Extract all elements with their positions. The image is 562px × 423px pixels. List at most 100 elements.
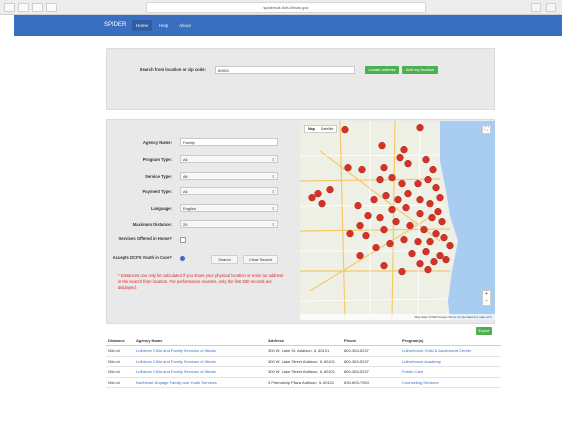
location-input[interactable]: 60601 [215, 66, 355, 74]
map-pin-icon[interactable] [356, 252, 364, 260]
map-pin-icon[interactable] [436, 252, 444, 260]
brand-logo[interactable]: SPIDER [104, 15, 126, 36]
map-pin-icon[interactable] [378, 142, 386, 150]
map-pin-icon[interactable] [426, 238, 434, 246]
map-pin-icon[interactable] [362, 232, 370, 240]
map-pin-icon[interactable] [426, 200, 434, 208]
agency-name-input[interactable]: Family [180, 138, 278, 146]
dcfs-youth-checkbox[interactable] [180, 256, 185, 261]
zoom-in-button[interactable]: + [483, 291, 490, 298]
service-type-select[interactable]: All ⇕ [180, 172, 278, 180]
map-pin-icon[interactable] [346, 230, 354, 238]
map-pin-icon[interactable] [414, 180, 422, 188]
map-pin-icon[interactable] [432, 230, 440, 238]
map-pin-icon[interactable] [388, 206, 396, 214]
share-icon[interactable] [546, 3, 556, 12]
map-pin-icon[interactable] [354, 202, 362, 210]
program-link[interactable]: Lutherbrook Child & Adolescent Center [402, 348, 471, 353]
map-pin-icon[interactable] [318, 200, 326, 208]
map-pin-icon[interactable] [440, 234, 448, 242]
map-pin-icon[interactable] [414, 238, 422, 246]
map-pin-icon[interactable] [424, 176, 432, 184]
map-pin-icon[interactable] [408, 250, 416, 258]
map-pin-icon[interactable] [416, 210, 424, 218]
map-pin-icon[interactable] [392, 218, 400, 226]
nav-home[interactable]: Home [132, 20, 153, 31]
map-pin-icon[interactable] [370, 196, 378, 204]
map-pin-icon[interactable] [380, 262, 388, 270]
map-pin-icon[interactable] [424, 266, 432, 274]
map-pin-icon[interactable] [432, 184, 440, 192]
locate-address-button[interactable]: Locate address [365, 66, 399, 74]
col-agency[interactable]: Agency Name [134, 336, 266, 346]
results-map[interactable]: Map Satellite ⛶ + − Map data ©2018 Googl… [300, 121, 495, 320]
clear-search-button[interactable]: Clear Search [243, 255, 278, 264]
sidebar-toggle-icon[interactable] [4, 3, 15, 12]
fullscreen-icon[interactable]: ⛶ [482, 125, 491, 134]
satellite-tab[interactable]: Satellite [318, 126, 336, 132]
language-select[interactable]: English ⇕ [180, 204, 278, 212]
agency-link[interactable]: Lutheran Child and Family Services of Il… [136, 369, 216, 374]
map-pin-icon[interactable] [446, 242, 454, 250]
nav-help[interactable]: Help [155, 20, 172, 31]
map-pin-icon[interactable] [394, 196, 402, 204]
map-pin-icon[interactable] [396, 154, 404, 162]
map-pin-icon[interactable] [406, 222, 414, 230]
map-pin-icon[interactable] [442, 256, 450, 264]
map-pin-icon[interactable] [344, 164, 352, 172]
map-pin-icon[interactable] [380, 164, 388, 172]
program-type-select[interactable]: All ⇕ [180, 155, 278, 163]
map-pin-icon[interactable] [404, 190, 412, 198]
program-link[interactable]: Lutherbrook Academy [402, 359, 441, 364]
map-pin-icon[interactable] [416, 260, 424, 268]
map-pin-icon[interactable] [388, 174, 396, 182]
zoom-out-button[interactable]: − [483, 298, 490, 305]
map-pin-icon[interactable] [436, 194, 444, 202]
map-pin-icon[interactable] [422, 156, 430, 164]
map-pin-icon[interactable] [428, 214, 436, 222]
map-pin-icon[interactable] [382, 192, 390, 200]
nav-about[interactable]: About [175, 20, 195, 31]
reload-icon[interactable] [46, 3, 57, 12]
map-pin-icon[interactable] [376, 214, 384, 222]
program-link[interactable]: Counseling Services [402, 380, 438, 385]
map-pin-icon[interactable] [402, 204, 410, 212]
payment-type-select[interactable]: All ⇕ [180, 187, 278, 195]
map-pin-icon[interactable] [416, 124, 424, 132]
col-programs[interactable]: Program(s) [400, 336, 501, 346]
map-pin-icon[interactable] [386, 240, 394, 248]
agency-link[interactable]: Lutheran Child and Family Services of Il… [136, 359, 216, 364]
max-distance-select[interactable]: 25 ⇕ [180, 220, 278, 228]
address-bar[interactable]: spidersuit.dcfs.illinois.gov [146, 2, 426, 13]
map-pin-icon[interactable] [372, 244, 380, 252]
back-icon[interactable] [18, 3, 29, 12]
map-pin-icon[interactable] [438, 218, 446, 226]
agency-link[interactable]: Northeast Dupage Family and Youth Servic… [136, 380, 217, 385]
my-location-button[interactable]: Add my location [402, 66, 438, 74]
map-pin-icon[interactable] [364, 212, 372, 220]
map-pin-icon[interactable] [341, 126, 349, 134]
col-address[interactable]: Address [266, 336, 342, 346]
map-pin-icon[interactable] [422, 248, 430, 256]
map-pin-icon[interactable] [400, 146, 408, 154]
map-pin-icon[interactable] [400, 236, 408, 244]
map-pin-icon[interactable] [416, 196, 424, 204]
search-button[interactable]: Search [211, 255, 238, 264]
map-pin-icon[interactable] [404, 160, 412, 168]
program-link[interactable]: Foster Care [402, 369, 423, 374]
map-pin-icon[interactable] [398, 180, 406, 188]
col-distance[interactable]: Distance [106, 336, 134, 346]
map-pin-icon[interactable] [434, 208, 442, 216]
shield-icon[interactable] [531, 3, 541, 12]
map-pin-icon[interactable] [398, 268, 406, 276]
in-home-checkbox[interactable] [180, 237, 186, 243]
col-phone[interactable]: Phone [342, 336, 400, 346]
map-pin-icon[interactable] [326, 186, 334, 194]
map-pin-icon[interactable] [356, 222, 364, 230]
map-pin-icon[interactable] [376, 176, 384, 184]
map-pin-icon[interactable] [314, 190, 322, 198]
map-tab[interactable]: Map [305, 126, 318, 132]
agency-link[interactable]: Lutheran Child and Family Services of Il… [136, 348, 216, 353]
map-pin-icon[interactable] [358, 166, 366, 174]
map-pin-icon[interactable] [420, 226, 428, 234]
